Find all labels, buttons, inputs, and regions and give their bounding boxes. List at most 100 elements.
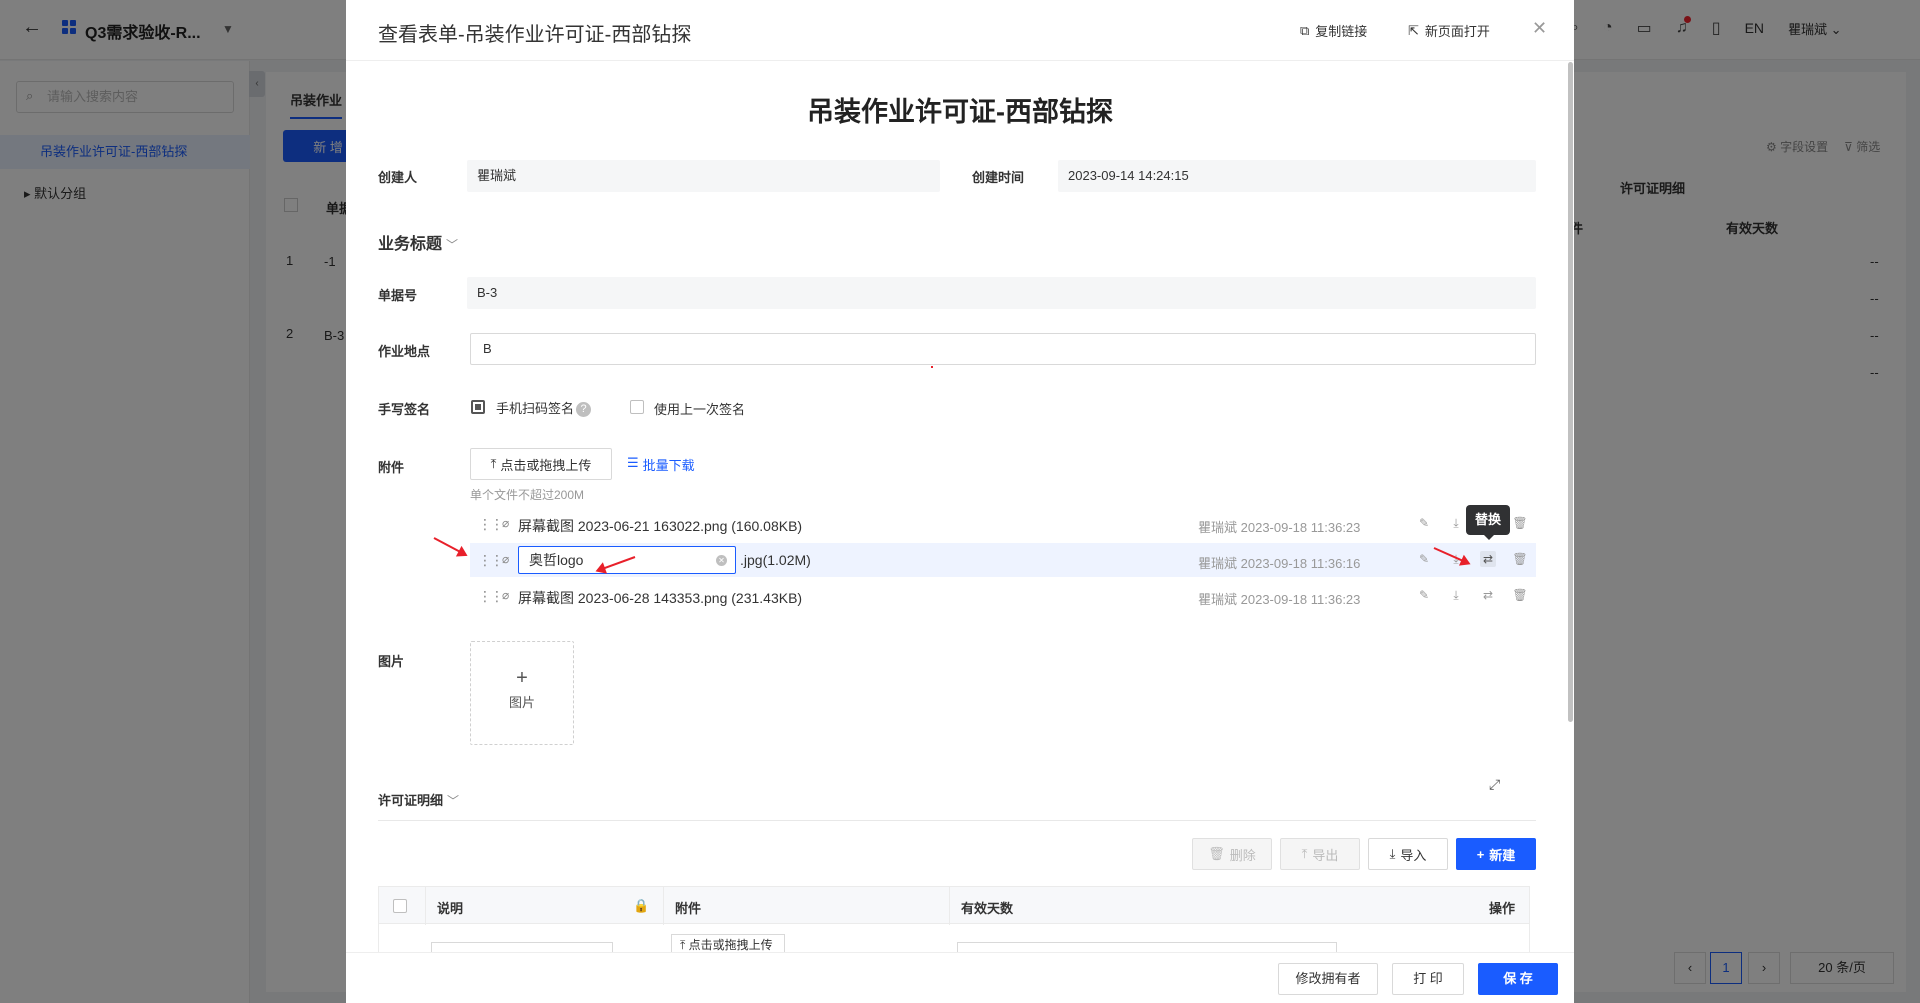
- replace-icon[interactable]: ⇄: [1480, 587, 1496, 603]
- import-label: 导入: [1400, 847, 1427, 863]
- upload-button[interactable]: ⤒ 点击或拖拽上传: [470, 448, 612, 480]
- plus-icon: +: [516, 667, 528, 689]
- detail-table-row: ⤒ 点击或拖拽上传: [378, 924, 1530, 956]
- copy-link-label: 复制链接: [1315, 24, 1368, 39]
- chevron-down-icon: ﹀: [447, 794, 460, 808]
- modal-header: 查看表单-吊装作业许可证-西部钻探 ⧉ 复制链接 ⇱ 新页面打开 ✕: [346, 0, 1574, 61]
- column-divider: [949, 887, 950, 925]
- new-row-button[interactable]: + 新建: [1456, 838, 1536, 870]
- scan-sign-link[interactable]: 手机扫码签名?: [496, 398, 592, 418]
- section-divider: [378, 820, 1536, 821]
- copy-icon: ⧉: [1300, 22, 1310, 38]
- export-button[interactable]: ⤒ 导出: [1280, 838, 1360, 870]
- delete-button[interactable]: 🗑 删除: [1192, 838, 1272, 870]
- created-time-field: 2023-09-14 14:24:15: [1058, 160, 1536, 192]
- file-owner: 瞿瑞斌: [1198, 592, 1238, 607]
- file-extension: .jpg(1.02M): [740, 552, 811, 568]
- select-all-checkbox[interactable]: [393, 899, 407, 913]
- export-label: 导出: [1312, 847, 1339, 863]
- edit-icon[interactable]: ✎: [1416, 515, 1432, 531]
- chevron-down-icon: ﹀: [446, 238, 459, 252]
- delete-icon[interactable]: 🗑: [1512, 515, 1528, 531]
- file-meta: 瞿瑞斌 2023-09-18 11:36:23: [1198, 517, 1360, 536]
- batch-download-label: 批量下载: [642, 458, 695, 473]
- creator-label: 创建人: [378, 170, 418, 185]
- file-name-link[interactable]: 屏幕截图 2023-06-21 163022.png (160.08KB): [518, 516, 802, 536]
- scan-sign-label: 手机扫码签名: [496, 401, 575, 416]
- col-attachment: 附件: [675, 901, 702, 916]
- annotation-dot: [931, 366, 933, 368]
- image-upload-caption: 图片: [508, 695, 535, 710]
- column-divider: [425, 887, 426, 925]
- drag-handle-icon[interactable]: ⋮⋮: [478, 516, 504, 533]
- file-time: 2023-09-18 11:36:23: [1240, 520, 1361, 535]
- copy-link-button[interactable]: ⧉ 复制链接: [1300, 21, 1367, 40]
- docno-field: B-3: [467, 277, 1536, 309]
- batch-download-link[interactable]: ☰ 批量下载: [627, 455, 695, 474]
- rename-value: 奥哲logo: [529, 552, 584, 568]
- lock-icon: 🔒: [633, 898, 650, 913]
- file-time: 2023-09-18 11:36:16: [1240, 556, 1361, 571]
- col-desc: 说明: [437, 901, 464, 916]
- section-detail-title[interactable]: 许可证明细 ﹀: [378, 790, 459, 809]
- column-divider: [663, 887, 664, 925]
- form-title: 吊装作业许可证-西部钻探: [807, 97, 1113, 127]
- download-icon[interactable]: ⤓: [1448, 587, 1464, 603]
- modal-scrollbar[interactable]: [1568, 62, 1573, 722]
- upload-label: 点击或拖拽上传: [500, 457, 592, 473]
- paperclip-icon: ⌀: [502, 516, 510, 530]
- close-icon[interactable]: ✕: [1532, 18, 1547, 39]
- upload-icon: ⤒: [490, 456, 497, 471]
- col-actions: 操作: [1489, 901, 1516, 916]
- modal-title: 查看表单-吊装作业许可证-西部钻探: [378, 24, 692, 46]
- file-meta: 瞿瑞斌 2023-09-18 11:36:23: [1198, 589, 1360, 608]
- trash-icon: 🗑: [1208, 846, 1225, 861]
- image-label: 图片: [378, 654, 405, 669]
- site-label: 作业地点: [378, 344, 431, 359]
- drag-handle-icon[interactable]: ⋮⋮: [478, 552, 504, 569]
- file-meta: 瞿瑞斌 2023-09-18 11:36:16: [1198, 553, 1360, 572]
- download-icon[interactable]: ⤓: [1448, 515, 1464, 531]
- clear-input-icon[interactable]: ✕: [716, 555, 727, 566]
- modal-footer: 修改拥有者 打 印 保 存: [346, 952, 1574, 1003]
- file-owner: 瞿瑞斌: [1198, 556, 1238, 571]
- signature-label: 手写签名: [378, 402, 431, 417]
- list-icon: ☰: [627, 455, 639, 470]
- delete-icon[interactable]: 🗑: [1512, 551, 1528, 567]
- help-icon[interactable]: ?: [576, 402, 592, 418]
- col-valid-days: 有效天数: [961, 901, 1014, 916]
- file-time: 2023-09-18 11:36:23: [1240, 592, 1361, 607]
- export-icon: ⤒: [1301, 846, 1308, 861]
- file-name-link[interactable]: 屏幕截图 2023-06-28 143353.png (231.43KB): [518, 588, 802, 608]
- edit-icon[interactable]: ✎: [1416, 551, 1432, 567]
- replace-icon[interactable]: ⇄: [1480, 551, 1496, 567]
- edit-icon[interactable]: ✎: [1416, 587, 1432, 603]
- docno-label: 单据号: [378, 288, 418, 303]
- paperclip-icon: ⌀: [502, 552, 510, 566]
- fullscreen-icon[interactable]: ⤢: [1489, 776, 1500, 793]
- open-new-page-button[interactable]: ⇱ 新页面打开: [1408, 21, 1490, 40]
- file-row-editing: ⋮⋮ ⌀ 奥哲logo ✕ .jpg(1.02M) 瞿瑞斌 2023-09-18 …: [470, 543, 1536, 577]
- drag-handle-icon[interactable]: ⋮⋮: [478, 588, 504, 605]
- change-owner-button[interactable]: 修改拥有者: [1278, 963, 1378, 995]
- replace-tooltip: 替换: [1466, 505, 1510, 540]
- file-row: ⋮⋮ ⌀ 屏幕截图 2023-06-28 143353.png (231.43K…: [470, 579, 1536, 613]
- use-last-signature-label: 使用上一次签名: [654, 402, 746, 417]
- import-button[interactable]: ⤓ 导入: [1368, 838, 1448, 870]
- paperclip-icon: ⌀: [502, 588, 510, 602]
- open-new-page-label: 新页面打开: [1424, 24, 1490, 39]
- site-input[interactable]: B: [470, 333, 1536, 365]
- delete-label: 删除: [1229, 847, 1256, 863]
- plus-icon: +: [1476, 846, 1485, 862]
- print-button[interactable]: 打 印: [1392, 963, 1464, 995]
- external-link-icon: ⇱: [1408, 22, 1419, 38]
- image-upload-box[interactable]: + 图片: [470, 641, 574, 745]
- save-button[interactable]: 保 存: [1478, 963, 1558, 995]
- use-last-signature-checkbox[interactable]: [630, 400, 644, 414]
- qr-code-icon: [471, 400, 485, 414]
- attachment-label: 附件: [378, 460, 405, 475]
- file-row: ⋮⋮ ⌀ 屏幕截图 2023-06-21 163022.png (160.08K…: [470, 507, 1536, 541]
- delete-icon[interactable]: 🗑: [1512, 587, 1528, 603]
- section-business-title[interactable]: 业务标题 ﹀: [378, 230, 458, 254]
- creator-field: 瞿瑞斌: [467, 160, 940, 192]
